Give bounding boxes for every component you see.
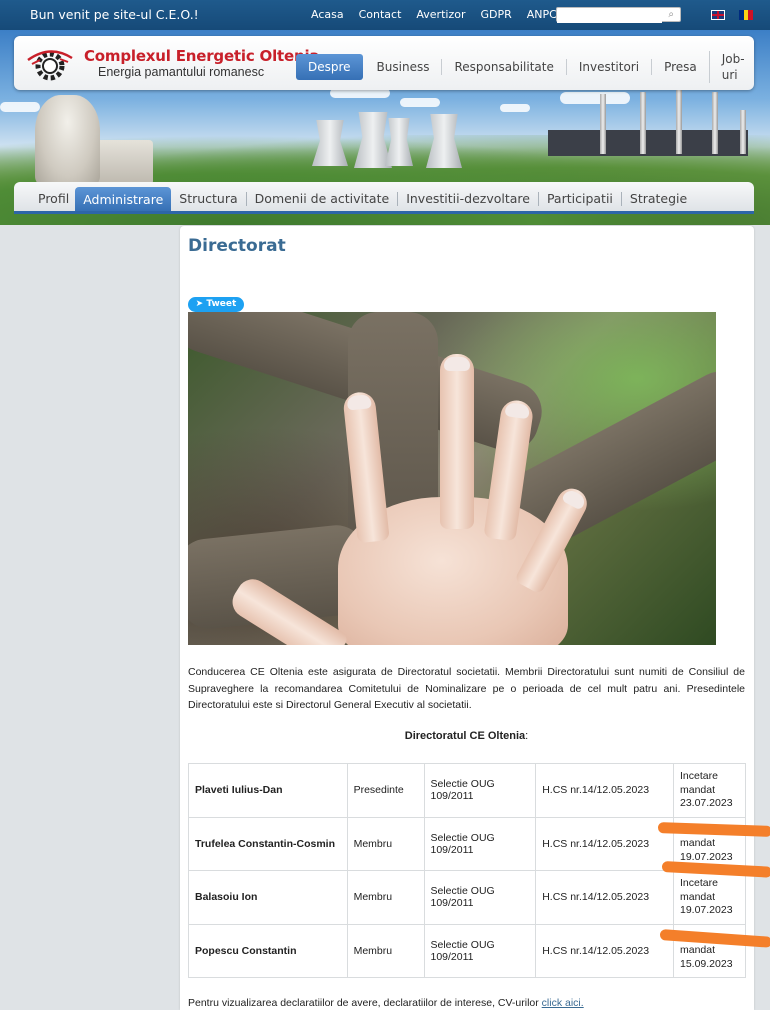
sub-nav: Profil Administrare Structura Domenii de… [14,182,754,214]
member-role: Membru [346,923,425,978]
hand-on-tree-photo [188,312,716,645]
end-mandat: mandat [679,837,716,849]
brand-tagline: Energia pamantului romanesc [98,65,265,79]
member-end-date: Incetare mandat 19.07.2023 [672,870,747,925]
hand-finger [440,354,474,529]
tweet-button[interactable]: ➤ Tweet [188,297,244,312]
twitter-bird-icon: ➤ [195,299,204,309]
member-hcs: H.CS nr.14/12.05.2023 [535,870,674,925]
main-nav-presa[interactable]: Presa [651,59,709,75]
main-nav: Despre Business Responsabilitate Investi… [296,51,757,83]
member-role: Presedinte [346,763,425,818]
member-selection: Selectie OUG 109/2011 [423,816,537,871]
main-nav-investitori[interactable]: Investitori [565,59,651,75]
cloud [560,92,630,104]
top-link-acasa[interactable]: Acasa [311,8,344,21]
member-end-date: Incetare mandat 23.07.2023 [672,763,747,818]
directorat-table: Plaveti Iulius-Dan Presedinte Selectie O… [188,763,747,978]
table-title: Directoratul CE Oltenia: [188,730,745,742]
sub-nav-profil[interactable]: Profil [30,192,77,206]
member-role: Membru [346,816,425,871]
table-title-colon: : [525,730,529,742]
sub-nav-strategie[interactable]: Strategie [620,192,695,206]
search-box: ⌕ [556,7,681,23]
member-role: Membru [346,870,425,925]
member-hcs: H.CS nr.14/12.05.2023 [535,816,674,871]
welcome-text: Bun venit pe site-ul C.E.O.! [30,7,199,22]
top-nav: Acasa Contact Avertizor GDPR ANPC [311,8,572,21]
member-name: Plaveti Iulius-Dan [188,763,348,818]
declarations-link[interactable]: click aici. [542,997,584,1009]
main-nav-responsabilitate[interactable]: Responsabilitate [441,59,565,75]
top-bar: Bun venit pe site-ul C.E.O.! Acasa Conta… [0,0,770,30]
sub-nav-administrare[interactable]: Administrare [75,187,172,211]
end-date: 19.07.2023 [679,904,733,916]
cloud [0,102,40,112]
member-name: Trufelea Constantin-Cosmin [188,816,348,871]
left-sidebar [14,226,172,1010]
chimney [676,90,682,154]
lion-statue [35,95,100,185]
chimney [712,92,718,154]
chimney [640,92,646,154]
top-link-anpc[interactable]: ANPC [527,8,557,21]
cloud [400,98,440,107]
table-row: Plaveti Iulius-Dan Presedinte Selectie O… [188,763,747,818]
end-mandat: mandat [679,890,716,903]
chimney [600,94,606,154]
brand-bar: Complexul Energetic Oltenia Energia pama… [14,36,754,90]
top-link-gdpr[interactable]: GDPR [480,8,511,21]
end-mandat: mandat [679,783,716,796]
main-nav-business[interactable]: Business [365,59,442,75]
member-hcs: H.CS nr.14/12.05.2023 [535,763,674,818]
main-nav-despre[interactable]: Despre [296,54,363,80]
main-content: Directorat ➤ Tweet Conducerea CE Oltenia… [180,226,754,1010]
sub-nav-investitii[interactable]: Investitii-dezvoltare [397,192,538,206]
top-link-avertizor[interactable]: Avertizor [416,8,465,21]
member-hcs: H.CS nr.14/12.05.2023 [535,923,674,978]
main-nav-job-uri[interactable]: Job-uri [708,51,757,83]
ro-flag-icon[interactable] [739,10,754,20]
gear-logo-icon[interactable] [24,44,76,84]
table-title-text: Directoratul CE Oltenia [404,730,526,742]
chimney [740,110,746,154]
brand-name[interactable]: Complexul Energetic Oltenia [84,47,320,65]
member-selection: Selectie OUG 109/2011 [423,923,537,978]
sub-nav-domenii[interactable]: Domenii de activitate [245,192,398,206]
end-date: 15.09.2023 [679,957,733,970]
declarations-note: Pentru vizualizarea declaratiilor de ave… [188,997,584,1009]
sub-nav-participatii[interactable]: Participatii [537,192,621,206]
uk-flag-icon[interactable] [711,10,725,20]
page-title: Directorat [188,236,286,256]
top-link-contact[interactable]: Contact [359,8,402,21]
member-name: Balasoiu Ion [188,870,348,925]
power-plant [548,130,748,156]
end-label: Incetare [679,877,718,889]
tweet-label: Tweet [206,299,237,309]
table-row: Balasoiu Ion Membru Selectie OUG 109/201… [188,870,747,925]
declarations-text: Pentru vizualizarea declaratiilor de ave… [188,997,542,1009]
cloud [500,104,530,112]
intro-paragraph: Conducerea CE Oltenia este asigurata de … [188,666,745,711]
end-label: Incetare [679,770,718,782]
end-mandat: mandat [679,944,716,956]
member-selection: Selectie OUG 109/2011 [423,870,537,925]
member-selection: Selectie OUG 109/2011 [423,763,537,818]
sub-nav-structura[interactable]: Structura [171,192,245,206]
end-date: 23.07.2023 [679,797,733,809]
search-input[interactable] [557,10,662,23]
search-icon[interactable]: ⌕ [668,9,674,20]
member-name: Popescu Constantin [188,923,348,978]
